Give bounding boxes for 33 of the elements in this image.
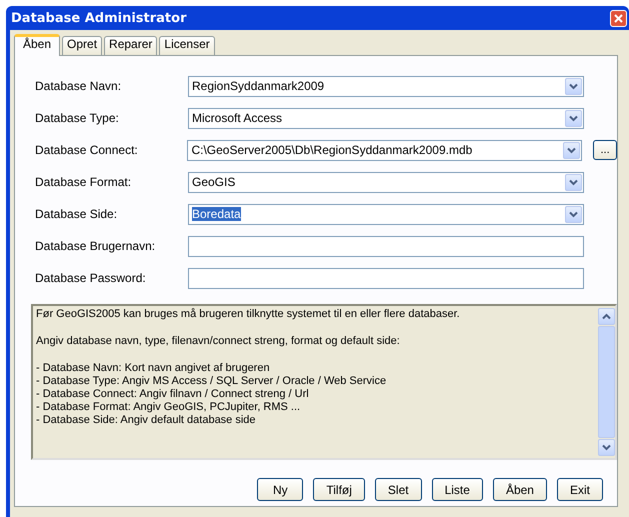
dropdown-field[interactable]: RegionSyddanmark2009 <box>188 76 584 96</box>
help-paragraph: Angiv database navn, type, filenavn/connect streng, format og default side: <box>36 335 401 348</box>
scroll-down-icon[interactable] <box>598 439 615 456</box>
field-label: Database Format: <box>35 175 132 189</box>
help-paragraph: - Database Navn: Kort navn angivet af brugeren - Database Type: Angiv MS Access / SQL Server / Oracle / Web Service - Database Connect: Angiv filnavn / Connect streng / Url - Database Format: Angiv GeoGIS, PCJupiter, RMS ... - Database Side: Angiv default database side <box>36 362 388 427</box>
field-label: Database Brugernavn: <box>35 239 156 253</box>
dialog-button[interactable]: Åben <box>492 478 547 501</box>
input-field[interactable] <box>188 268 584 288</box>
field-label: Database Type: <box>35 111 120 125</box>
scrollbar[interactable] <box>598 306 615 458</box>
dialog-button[interactable]: Ny <box>257 478 304 501</box>
field-label: Database Password: <box>35 271 147 285</box>
dialog-button[interactable]: Exit <box>556 478 603 501</box>
tab[interactable]: Reparer <box>104 36 158 55</box>
dropdown-field[interactable]: Boredata <box>188 204 584 224</box>
field-label: Database Side: <box>35 207 118 221</box>
field-label: Database Connect: <box>35 143 139 157</box>
window-title: Database Administrator <box>11 10 186 26</box>
close-icon[interactable] <box>610 10 627 26</box>
dropdown-field[interactable]: GeoGIS <box>188 172 584 192</box>
help-paragraph: Før GeoGIS2005 kan bruges må brugeren tilknytte systemet til en eller flere databaser. <box>36 308 461 321</box>
tab[interactable]: Opret <box>62 36 102 55</box>
dialog-button[interactable]: Liste <box>432 478 483 501</box>
browse-button[interactable]: ... <box>593 140 617 160</box>
dropdown-field[interactable]: Microsoft Access <box>188 108 584 128</box>
scroll-up-icon[interactable] <box>598 308 615 325</box>
dialog-button[interactable]: Slet <box>374 478 422 501</box>
input-field[interactable] <box>188 236 584 256</box>
field-label: Database Navn: <box>35 79 122 93</box>
dropdown-field[interactable]: C:\GeoServer2005\Db\RegionSyddanmark2009.mdb <box>187 140 582 160</box>
tab[interactable]: Licenser <box>159 36 215 55</box>
tab[interactable]: Åben <box>14 34 60 56</box>
dialog-button[interactable]: Tilføj <box>313 478 365 501</box>
